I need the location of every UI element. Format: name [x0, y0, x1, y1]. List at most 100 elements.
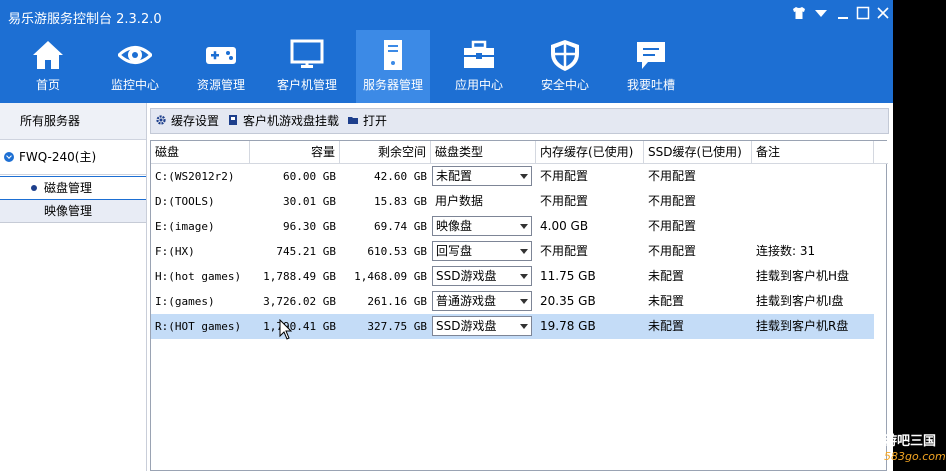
- chevron-down-icon: [520, 249, 528, 254]
- bullet-icon: [31, 185, 37, 191]
- mem-cell: 20.35 GB: [540, 294, 596, 308]
- minimize-icon[interactable]: [834, 6, 852, 24]
- disk-type-cell: SSD游戏盘: [431, 314, 536, 339]
- note-cell: [752, 214, 874, 239]
- nav-home[interactable]: 首页: [11, 30, 85, 103]
- open-button[interactable]: 打开: [347, 113, 387, 129]
- disk-cell: R:(HOT games): [155, 320, 242, 333]
- table-row[interactable]: R:(HOT games) 1,790.41 GB 327.75 GB SSD游戏盘 1…: [151, 314, 874, 339]
- disk-cell: D:(TOOLS): [155, 195, 215, 208]
- sidebar-item-label: 磁盘管理: [44, 181, 93, 195]
- chevron-down-icon: [520, 299, 528, 304]
- sidebar-item-image-management[interactable]: 映像管理: [0, 200, 146, 223]
- chevron-down-icon: [520, 274, 528, 279]
- table-row[interactable]: E:(image) 96.30 GB 69.74 GB 映像盘 4.00 GB 不用配置: [151, 214, 874, 239]
- gear-icon: [156, 115, 166, 125]
- sidebar-all-servers[interactable]: 所有服务器: [0, 103, 146, 140]
- mouse-cursor-icon: [279, 319, 293, 340]
- free-cell: 610.53 GB: [367, 245, 427, 258]
- disk-cell: E:(image): [155, 220, 215, 233]
- cap-cell: 1,788.49 GB: [263, 270, 336, 283]
- app-window: 易乐游服务控制台 2.3.2.0 首页 监控中心 资源管理 客户机管理 服务器管…: [0, 0, 893, 471]
- sidebar-server-node[interactable]: FWQ-240(主): [0, 140, 146, 175]
- note-cell: [752, 189, 874, 214]
- server-sidebar: 所有服务器 FWQ-240(主) 磁盘管理 映像管理: [0, 103, 147, 471]
- shield-icon: [551, 40, 579, 71]
- free-cell: 15.83 GB: [374, 195, 427, 208]
- title-bar: 易乐游服务控制台 2.3.2.0: [0, 0, 893, 30]
- client-disk-mount-label: 客户机游戏盘挂载: [243, 114, 340, 128]
- cache-settings-button[interactable]: 缓存设置: [155, 113, 219, 129]
- table-row[interactable]: F:(HX) 745.21 GB 610.53 GB 回写盘 不用配置 不用配置 连接数: …: [151, 239, 874, 264]
- column-header[interactable]: SSD缓存(已使用): [644, 141, 752, 163]
- nav-resource-management[interactable]: 资源管理: [184, 30, 258, 103]
- column-header[interactable]: 内存缓存(已使用): [536, 141, 644, 163]
- nav-server-management[interactable]: 服务器管理: [356, 30, 430, 103]
- disk-type-cell: 回写盘: [431, 239, 536, 264]
- close-icon[interactable]: [874, 6, 892, 24]
- nav-app-center[interactable]: 应用中心: [442, 30, 516, 103]
- disk-cell: I:(games): [155, 295, 215, 308]
- nav-feedback[interactable]: 我要吐槽: [614, 30, 688, 103]
- disk-type-select[interactable]: 回写盘: [432, 241, 532, 261]
- disk-type-value: 回写盘: [436, 244, 473, 258]
- sidebar-all-label: 所有服务器: [20, 114, 81, 128]
- table-row[interactable]: I:(games) 3,726.02 GB 261.16 GB 普通游戏盘 20.35 …: [151, 289, 874, 314]
- chevron-down-icon: [520, 224, 528, 229]
- disk-type-select[interactable]: 未配置: [432, 166, 532, 186]
- ssd-cell: 不用配置: [648, 219, 697, 233]
- disk-cell: F:(HX): [155, 245, 195, 258]
- chevron-down-icon: [520, 174, 528, 179]
- free-cell: 261.16 GB: [367, 295, 427, 308]
- free-cell: 327.75 GB: [367, 320, 427, 333]
- column-header[interactable]: 磁盘类型: [431, 141, 536, 163]
- type-cell: 用户数据: [435, 194, 484, 208]
- mem-cell: 不用配置: [540, 244, 589, 258]
- sidebar-item-label: 映像管理: [44, 204, 93, 218]
- open-label: 打开: [363, 114, 388, 128]
- window-title: 易乐游服务控制台 2.3.2.0: [8, 12, 162, 27]
- collapse-icon[interactable]: [4, 152, 14, 162]
- disk-type-select[interactable]: SSD游戏盘: [432, 316, 532, 336]
- disk-type-value: SSD游戏盘: [436, 319, 497, 333]
- disk-type-cell: SSD游戏盘: [431, 264, 536, 289]
- gamepad-icon: [206, 47, 236, 64]
- ssd-cell: 未配置: [648, 294, 685, 308]
- mem-cell: 不用配置: [540, 194, 589, 208]
- disk-type-select[interactable]: SSD游戏盘: [432, 266, 532, 286]
- disk-type-select[interactable]: 映像盘: [432, 216, 532, 236]
- main-nav: 首页 监控中心 资源管理 客户机管理 服务器管理 应用中心 安全中心 我要吐槽: [0, 30, 893, 103]
- nav-label: 服务器管理: [362, 78, 423, 92]
- column-header[interactable]: 备注: [752, 141, 874, 163]
- skin-icon[interactable]: [790, 6, 808, 24]
- disk-type-value: 普通游戏盘: [436, 294, 497, 308]
- disk-type-select[interactable]: 普通游戏盘: [432, 291, 532, 311]
- column-header[interactable]: 容量: [250, 141, 340, 163]
- watermark-url: 583go.com: [884, 450, 946, 463]
- disk-type-value: 映像盘: [436, 219, 473, 233]
- note-cell: 挂载到客户机R盘: [756, 319, 849, 333]
- disk-type-cell: 映像盘: [431, 214, 536, 239]
- eye-icon: [118, 46, 152, 64]
- monitor-icon: [290, 39, 324, 68]
- nav-security-center[interactable]: 安全中心: [528, 30, 602, 103]
- folder-icon: [348, 117, 358, 124]
- disk-type-value: SSD游戏盘: [436, 269, 497, 283]
- nav-monitor-center[interactable]: 监控中心: [98, 30, 172, 103]
- column-header[interactable]: 磁盘: [151, 141, 250, 163]
- maximize-icon[interactable]: [854, 6, 872, 24]
- sidebar-item-disk-management[interactable]: 磁盘管理: [0, 176, 146, 200]
- menu-dropdown-icon[interactable]: [812, 6, 830, 24]
- table-row[interactable]: D:(TOOLS) 30.01 GB 15.83 GB 用户数据 不用配置 不用配置: [151, 189, 874, 214]
- free-cell: 42.60 GB: [374, 170, 427, 183]
- nav-client-management[interactable]: 客户机管理: [270, 30, 344, 103]
- disk-cell: H:(hot games): [155, 270, 242, 283]
- ssd-cell: 不用配置: [648, 169, 697, 183]
- table-row[interactable]: H:(hot games) 1,788.49 GB 1,468.09 GB SSD游戏…: [151, 264, 874, 289]
- table-row[interactable]: C:(WS2012r2) 60.00 GB 42.60 GB 未配置 不用配置 不用配置: [151, 164, 874, 189]
- column-header[interactable]: 剩余空间: [340, 141, 431, 163]
- nav-label: 客户机管理: [276, 78, 337, 92]
- table-header: 磁盘 容量 剩余空间 磁盘类型 内存缓存(已使用) SSD缓存(已使用) 备注: [151, 141, 888, 164]
- ssd-cell: 不用配置: [648, 194, 697, 208]
- client-disk-mount-button[interactable]: 客户机游戏盘挂载: [227, 113, 339, 129]
